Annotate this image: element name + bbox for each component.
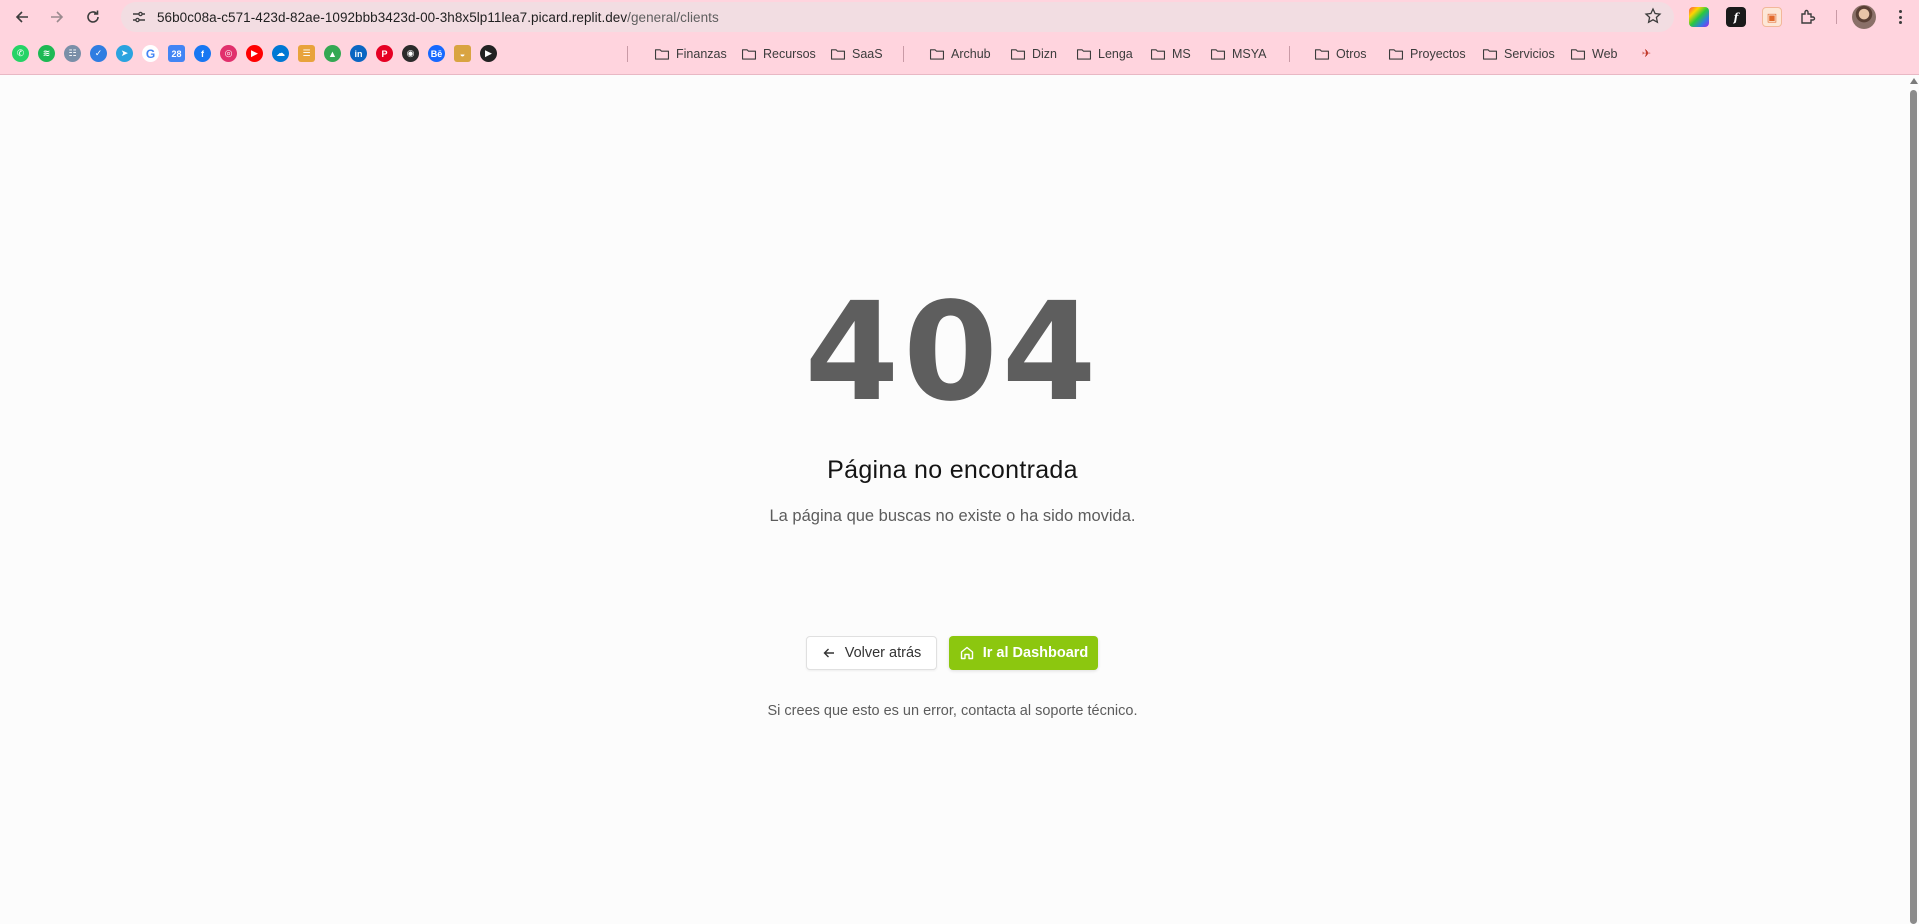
bookmarks-bar: ✆ ≋ ☷ ✓ ➤ G 28 f ◎ ▶ ☁ ☰ ▲ in P ◉ Bē ◒ ▶ Finanzas Recursos Sa… [0, 42, 1919, 66]
back-nav-button[interactable] [9, 4, 35, 30]
folder-icon [654, 49, 670, 60]
site-info-icon[interactable] [129, 7, 149, 27]
page-title: Página no encontrada [827, 456, 1078, 484]
bookmark-folder-label: Lenga [1098, 47, 1133, 61]
bookmark-folder-servicios[interactable]: Servicios [1482, 42, 1555, 66]
bookmark-folder-label: Finanzas [676, 47, 727, 61]
bookmark-folder-label: Web [1592, 47, 1618, 61]
scroll-thumb[interactable] [1910, 90, 1917, 924]
browser-menu-icon[interactable] [1890, 6, 1910, 28]
vertical-scrollbar[interactable] [1908, 75, 1919, 924]
bookmark-folder-label: Otros [1336, 47, 1367, 61]
folder-icon [1150, 49, 1166, 60]
bookmark-folder-label: Dizn [1032, 47, 1058, 61]
folder-icon [1076, 49, 1092, 60]
bookmark-folder-archub[interactable]: Archub [929, 42, 991, 66]
bookmark-folder-label: Proyectos [1410, 47, 1466, 61]
folder-icon [1010, 49, 1026, 60]
color-extension-icon[interactable] [1689, 7, 1709, 27]
bookmark-star-icon[interactable] [1644, 7, 1662, 30]
folder-icon [830, 49, 846, 60]
arrow-left-icon [823, 648, 834, 658]
bookmark-folder-recursos[interactable]: Recursos [741, 42, 816, 66]
bookmark-folder-label: Archub [951, 47, 991, 61]
dashboard-button[interactable]: Ir al Dashboard [949, 636, 1098, 670]
bookmark-folder-label: MSYA [1232, 47, 1267, 61]
browser-chrome: 56b0c08a-c571-423d-82ae-1092bbb3423d-00-… [0, 0, 1919, 75]
toolbar-divider [1836, 10, 1837, 24]
telegram-bookmark-icon[interactable]: ➤ [116, 45, 133, 62]
reload-icon [87, 10, 99, 23]
reload-button[interactable] [80, 4, 106, 30]
folder-icon [1388, 49, 1404, 60]
folder-icon [1570, 49, 1586, 60]
url-path: /general/clients [627, 10, 719, 25]
spotify-bookmark-icon[interactable]: ≋ [38, 45, 55, 62]
behance-bookmark-icon[interactable]: Bē [428, 45, 445, 62]
forward-nav-button[interactable] [44, 4, 70, 30]
address-bar[interactable]: 56b0c08a-c571-423d-82ae-1092bbb3423d-00-… [121, 2, 1674, 32]
globe-bookmark-icon[interactable]: ◉ [402, 45, 419, 62]
folder-icon [1482, 49, 1498, 60]
dashboard-button-label: Ir al Dashboard [982, 645, 1089, 661]
pinterest-bookmark-icon[interactable]: P [376, 45, 393, 62]
whatsapp-bookmark-icon[interactable]: ✆ [12, 45, 29, 62]
groups-bookmark-icon[interactable]: ☷ [64, 45, 81, 62]
arrow-left-icon [15, 11, 28, 23]
page-content [0, 75, 1908, 924]
error-code: 404 [804, 274, 1101, 432]
bookmarks-divider [1289, 46, 1290, 62]
bookmark-folder-ms[interactable]: MS [1150, 42, 1191, 66]
onedrive-bookmark-icon[interactable]: ☁ [272, 45, 289, 62]
misc-bookmark-icon[interactable]: ✈ [1638, 45, 1655, 62]
calendar-bookmark-icon[interactable]: 28 [168, 45, 185, 62]
play-circle-bookmark-icon[interactable]: ▶ [480, 45, 497, 62]
error-description: La página que buscas no existe o ha sido… [769, 507, 1136, 525]
bookmark-folder-otros[interactable]: Otros [1314, 42, 1367, 66]
bookmark-folder-label: SaaS [852, 47, 883, 61]
bookmarks-divider [903, 46, 904, 62]
profile-avatar[interactable] [1852, 5, 1876, 29]
image-extension-icon[interactable]: ▣ [1762, 7, 1782, 27]
bookmark-folder-web[interactable]: Web [1570, 42, 1617, 66]
drive-bookmark-icon[interactable]: ▲ [324, 45, 341, 62]
check-app-bookmark-icon[interactable]: ✓ [90, 45, 107, 62]
google-bookmark-icon[interactable]: G [142, 45, 159, 62]
bookmark-folder-finanzas[interactable]: Finanzas [654, 42, 727, 66]
youtube-bookmark-icon[interactable]: ▶ [246, 45, 263, 62]
bookmark-folder-dizn[interactable]: Dizn [1010, 42, 1057, 66]
font-extension-icon[interactable]: f [1726, 7, 1746, 27]
extensions-puzzle-icon[interactable] [1798, 7, 1818, 27]
folder-icon [1210, 49, 1226, 60]
facebook-bookmark-icon[interactable]: f [194, 45, 211, 62]
bookmark-folder-saas[interactable]: SaaS [830, 42, 883, 66]
folder-icon [1314, 49, 1330, 60]
bookmark-folder-lenga[interactable]: Lenga [1076, 42, 1133, 66]
home-icon [960, 646, 973, 660]
browser-toolbar: 56b0c08a-c571-423d-82ae-1092bbb3423d-00-… [0, 0, 1919, 34]
bookmark-folder-label: Recursos [763, 47, 816, 61]
bread-bookmark-icon[interactable]: ◒ [454, 45, 471, 62]
instagram-bookmark-icon[interactable]: ◎ [220, 45, 237, 62]
bookmark-folder-proyectos[interactable]: Proyectos [1388, 42, 1466, 66]
linkedin-bookmark-icon[interactable]: in [350, 45, 367, 62]
arrow-right-icon [51, 11, 64, 23]
bookmark-folder-msya[interactable]: MSYA [1210, 42, 1267, 66]
bookmark-folder-label: Servicios [1504, 47, 1555, 61]
tasks-bookmark-icon[interactable]: ☰ [298, 45, 315, 62]
scroll-up-arrow-icon[interactable] [1910, 78, 1918, 84]
back-button-label: Volver atrás [844, 645, 922, 661]
support-note: Si crees que esto es un error, contacta … [767, 703, 1138, 719]
back-button[interactable]: Volver atrás [806, 636, 937, 670]
url-host: 56b0c08a-c571-423d-82ae-1092bbb3423d-00-… [157, 10, 628, 25]
bookmarks-divider [627, 46, 628, 62]
folder-icon [929, 49, 945, 60]
url-text: 56b0c08a-c571-423d-82ae-1092bbb3423d-00-… [157, 10, 719, 25]
folder-icon [741, 49, 757, 60]
bookmark-folder-label: MS [1172, 47, 1191, 61]
